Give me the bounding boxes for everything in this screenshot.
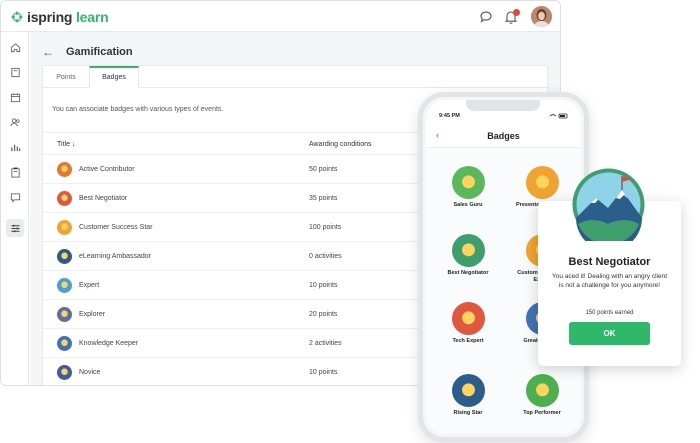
- phone-title: Badges: [487, 131, 520, 141]
- clipboard-icon: [10, 167, 20, 178]
- avatar[interactable]: [531, 6, 552, 27]
- badge-name: eLearning Ambassador: [79, 253, 151, 260]
- badge-icon-active-contributor: [57, 162, 72, 177]
- sidebar: IL: [1, 32, 29, 385]
- medal-badge-icon: [451, 374, 485, 407]
- phone-notch: [466, 100, 540, 111]
- tab-bar: Points Badges: [43, 66, 547, 88]
- phone-badge-label: Top Performer: [523, 410, 561, 416]
- avatar-image: [531, 6, 552, 27]
- chart-icon: [10, 144, 20, 151]
- phone-badge-rising-star[interactable]: Rising Star: [435, 374, 501, 417]
- badge-condition: 50 points: [309, 166, 338, 173]
- phone-badge-top-performer[interactable]: Top Performer: [509, 374, 575, 417]
- settings-sliders-icon: [10, 224, 20, 232]
- page-title: Gamification: [66, 46, 133, 58]
- badge-icon-novice: [57, 365, 72, 380]
- back-arrow-icon[interactable]: ←: [42, 45, 54, 59]
- ok-button[interactable]: OK: [569, 322, 650, 345]
- badge-condition: 35 points: [309, 195, 338, 202]
- phone-badge-sales-guru[interactable]: Sales Guru: [435, 166, 501, 209]
- sidebar-item-settings[interactable]: [6, 219, 24, 237]
- badge-icon-knowledge-keeper: [57, 336, 72, 351]
- phone-badge-label: Tech Expert: [452, 338, 484, 344]
- sidebar-item-assignments[interactable]: [6, 163, 24, 181]
- logo-text-ispring: ispring: [27, 9, 73, 25]
- logo-flower-icon: [11, 11, 23, 23]
- logo-text-learn: learn: [75, 9, 109, 25]
- tab-points[interactable]: Points: [43, 66, 89, 88]
- sidebar-item-users[interactable]: [6, 113, 24, 131]
- badge-name: Explorer: [79, 311, 106, 318]
- trophy-badge-icon: [451, 166, 485, 199]
- badge-condition: 0 activities: [309, 253, 342, 260]
- badge-icon-explorer: [57, 307, 72, 322]
- phone-badge-label: Rising Star: [453, 410, 483, 416]
- badge-condition: 100 points: [309, 224, 342, 231]
- badge-name: Expert: [79, 282, 100, 289]
- phone-badge-tech-expert[interactable]: Tech Expert: [435, 302, 501, 345]
- chat-icon[interactable]: [478, 9, 494, 25]
- badge-icon-elearning-ambassador: [57, 249, 72, 264]
- page-header: ← Gamification: [42, 45, 133, 59]
- top-bar: ispring learn: [1, 1, 560, 32]
- sidebar-item-calendar[interactable]: [6, 88, 24, 106]
- badge-condition: 10 points: [309, 369, 338, 376]
- popup-message: You aced it! Dealing with an angry clien…: [551, 273, 668, 289]
- tab-badges[interactable]: Badges: [89, 66, 139, 88]
- phone-badge-label: Sales Guru: [453, 202, 483, 208]
- status-bar-time: 9:45 PM: [439, 113, 460, 119]
- lion-badge-icon: [525, 166, 559, 199]
- sidebar-item-reports[interactable]: [6, 138, 24, 156]
- badge-name: Best Negotiator: [79, 195, 128, 202]
- page-description: You can associate badges with various ty…: [52, 106, 224, 113]
- thumbs-up-badge-icon: [451, 302, 485, 335]
- mountain-flag-badge-icon: [572, 168, 645, 241]
- badge-condition: 20 points: [309, 311, 338, 318]
- popup-title: Best Negotiator: [568, 256, 651, 268]
- mountain-badge-icon: [451, 234, 485, 267]
- users-icon: [9, 117, 20, 126]
- badge-icon-best-negotiator: [57, 191, 72, 206]
- badge-name: Customer Success Star: [79, 224, 153, 231]
- popup-points: 150 points earned: [585, 310, 634, 316]
- badge-name: Novice: [79, 369, 101, 376]
- sidebar-item-home[interactable]: [6, 38, 24, 56]
- message-icon: [10, 192, 20, 203]
- phone-badge-label: Best Negotiator: [447, 270, 489, 276]
- badge-name: Knowledge Keeper: [79, 340, 139, 347]
- notification-badge: [513, 9, 520, 16]
- badge-icon-customer-success-star: [57, 220, 72, 235]
- phone-badge-best-negotiator[interactable]: Best Negotiator: [435, 234, 501, 277]
- sidebar-item-messages[interactable]: [6, 188, 24, 206]
- phone-header: ‹ Badges: [426, 125, 581, 148]
- book-icon: [10, 67, 20, 77]
- column-header-title[interactable]: Title ↓: [57, 141, 75, 148]
- sidebar-item-courses[interactable]: [6, 63, 24, 81]
- column-header-conditions[interactable]: Awarding conditions: [309, 141, 372, 148]
- badge-icon-expert: [57, 278, 72, 293]
- calendar-icon: [10, 92, 20, 102]
- app-logo[interactable]: ispring learn: [11, 9, 109, 25]
- badge-name: Active Contributor: [79, 166, 135, 173]
- home-icon: [10, 42, 20, 52]
- screenshot-stage: ispring learn ← Gamification Points Badg…: [0, 0, 700, 443]
- battery-wifi-icon: [549, 113, 568, 119]
- gold-medal-badge-icon: [525, 374, 559, 407]
- logo-text: ispring learn: [27, 9, 109, 25]
- badge-condition: 10 points: [309, 282, 338, 289]
- badge-condition: 2 activities: [309, 340, 342, 347]
